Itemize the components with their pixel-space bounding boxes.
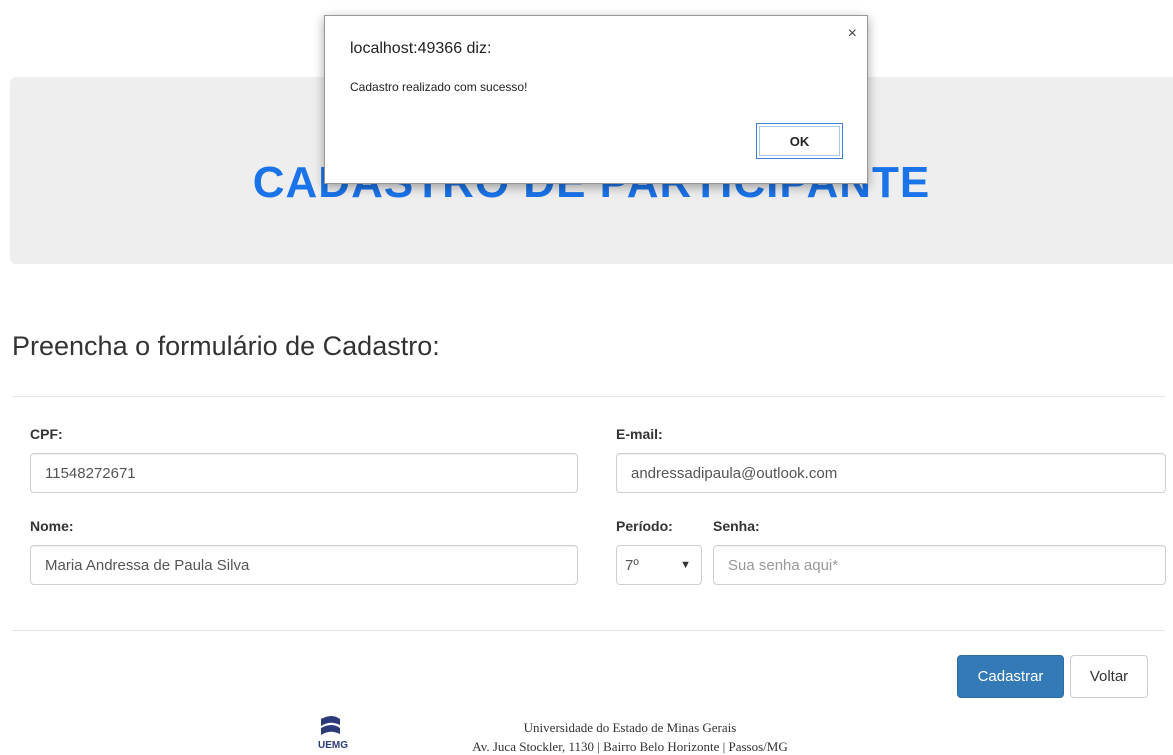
logo-text: UEMG (318, 740, 348, 751)
chevron-down-icon: ▼ (680, 559, 691, 571)
senha-input[interactable] (713, 545, 1166, 585)
uemg-logo: UEMG (318, 713, 378, 751)
dialog-message: Cadastro realizado com sucesso! (350, 80, 528, 94)
email-label: E-mail: (616, 426, 663, 442)
senha-label: Senha: (713, 518, 760, 534)
voltar-button[interactable]: Voltar (1070, 655, 1148, 698)
cpf-label: CPF: (30, 426, 63, 442)
ok-button[interactable]: OK (756, 123, 843, 159)
dialog-title: localhost:49366 diz: (350, 40, 492, 57)
nome-input[interactable] (30, 545, 578, 585)
email-input[interactable] (616, 453, 1166, 493)
close-icon[interactable]: × (848, 25, 857, 43)
divider (12, 396, 1165, 397)
footer-line-2: Av. Juca Stockler, 1130 | Bairro Belo Ho… (472, 739, 788, 754)
cpf-input[interactable] (30, 453, 578, 493)
periodo-select[interactable]: 7º ▼ (616, 545, 702, 585)
cadastrar-button[interactable]: Cadastrar (957, 655, 1064, 698)
alert-dialog: localhost:49366 diz: × Cadastro realizad… (324, 15, 868, 184)
periodo-value: 7º (625, 556, 639, 574)
divider (12, 630, 1165, 631)
form-heading: Preencha o formulário de Cadastro: (12, 331, 440, 361)
footer-line-1: Universidade do Estado de Minas Gerais (523, 720, 737, 735)
nome-label: Nome: (30, 518, 74, 534)
ok-button-label: OK (789, 133, 810, 149)
periodo-label: Período: (616, 518, 673, 534)
